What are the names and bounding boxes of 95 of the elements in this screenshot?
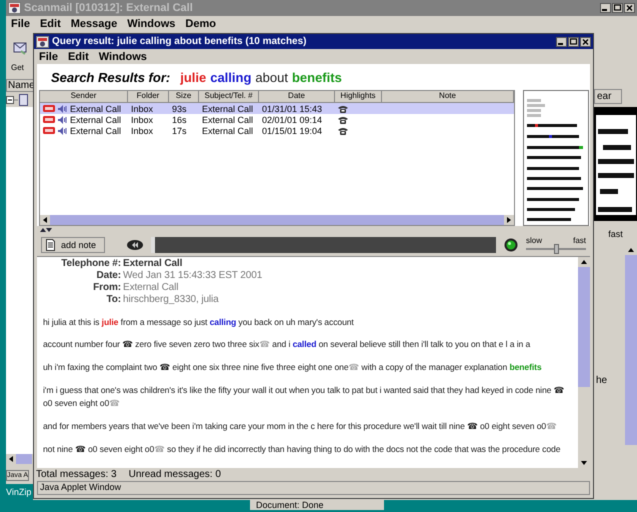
scroll-left-icon[interactable] — [40, 215, 50, 225]
splitter-arrows-icon[interactable] — [40, 227, 52, 233]
transcript-paragraph: i'm i guess that one's was children's it's like the fifty your wall it out when you talk to pat but i wanted said that they had keyed in code nine ☎ o0 seven eight o0☎ — [43, 384, 566, 410]
table-cell-text: 16s — [171, 114, 188, 125]
table-cell-text: 93s — [171, 103, 188, 114]
table-row[interactable]: External Call Inbox 16s External Call 02/01/01 09:14 — [40, 114, 514, 125]
voicemail-badge-icon — [43, 127, 55, 134]
close-icon[interactable] — [580, 36, 591, 46]
maximize-icon[interactable] — [568, 36, 579, 46]
telephone-icon — [338, 104, 348, 112]
table-row[interactable]: External Call Inbox 17s External Call 01/15/01 19:04 — [40, 125, 514, 136]
taskbar-item[interactable]: VinZip — [6, 484, 33, 500]
minimize-icon[interactable] — [556, 36, 567, 46]
field-label: Telephone #: — [60, 258, 121, 270]
telephone-icon — [338, 116, 348, 124]
transcript-paragraph: account number four ☎ zero five seven zero two three six☎ and i called on several believe still then i'll talk to you on that e l a in a — [43, 338, 532, 351]
speaker-icon[interactable] — [58, 126, 67, 134]
play-button-icon[interactable] — [504, 238, 518, 252]
field-label: Date: — [95, 270, 121, 282]
button[interactable]: ear — [594, 89, 622, 104]
minimize-icon[interactable] — [600, 3, 611, 13]
scroll-right-icon[interactable] — [504, 215, 514, 225]
column-header[interactable]: Note — [382, 91, 514, 103]
table-cell-text: 02/01/01 09:14 — [261, 114, 324, 125]
transcript-paragraph: and for members years that we've been i'm taking care your mom in the c here for this procedure we'll wait till nine ☎ o0 eight seven o0☎ — [43, 420, 558, 433]
speed-label: fast — [573, 236, 586, 245]
menu-item[interactable]: Demo — [185, 18, 216, 30]
table-cell-text: 01/31/01 15:43 — [261, 103, 324, 114]
tree-node-icon[interactable] — [6, 93, 28, 107]
field-value: External Call — [123, 282, 180, 294]
table-cell: External Call — [70, 104, 122, 114]
scrollbar-track[interactable] — [625, 255, 637, 445]
table-row[interactable]: External Call Inbox 93s External Call 01/31/01 15:43 — [40, 103, 514, 114]
telephone-icon — [338, 126, 348, 134]
playback-track[interactable] — [151, 237, 496, 253]
field-label: From: — [92, 282, 121, 294]
column-header[interactable]: Folder — [128, 91, 169, 103]
search-term: calling — [210, 70, 252, 84]
field-label: To: — [105, 294, 121, 306]
table-cell: External Call — [70, 114, 122, 124]
search-term: benefits — [292, 70, 342, 84]
speaker-icon[interactable] — [58, 104, 67, 112]
menu-item[interactable]: File — [39, 50, 58, 62]
status-text: Total messages: 3 — [36, 469, 117, 480]
applet-status-text: Java Applet Window — [37, 481, 590, 495]
menu-item[interactable]: Edit — [68, 50, 89, 62]
note-icon — [46, 239, 55, 251]
column-header[interactable]: Subject/Tel. # — [199, 91, 259, 103]
transcript-paragraph: not nine ☎ o0 seven eight o0☎ so they if he did incorrectly than having thing to do with the docs not the code that was the procedure code — [43, 443, 562, 456]
transcript-paragraph: uh i'm faxing the complaint two ☎ eight one six three nine five three eight one one☎ with a copy of the manager explanation benefits — [43, 361, 543, 374]
speaker-icon[interactable] — [58, 116, 67, 124]
menu-item[interactable]: File — [11, 18, 30, 30]
scrollbar-thumb[interactable] — [50, 215, 504, 225]
scrollbar-thumb[interactable] — [578, 267, 590, 387]
table-cell-text: 01/15/01 19:04 — [261, 125, 324, 136]
close-icon[interactable] — [624, 3, 635, 13]
voicemail-badge-icon — [43, 105, 55, 112]
rewind-button-icon[interactable] — [127, 240, 144, 250]
search-term: about — [255, 70, 288, 84]
status-text: Unread messages: 0 — [128, 469, 221, 480]
app-icon — [36, 36, 49, 48]
column-header[interactable]: Sender — [40, 91, 128, 103]
get-label[interactable]: Get — [11, 63, 24, 72]
voicemail-badge-icon — [43, 116, 55, 123]
table-cell-text: External Call — [201, 114, 254, 125]
add-note-button[interactable]: add note — [41, 237, 106, 253]
table-cell-text: 17s — [171, 125, 188, 136]
search-label: Search Results for: — [51, 70, 170, 84]
field-value: hirschberg_8330, julia — [123, 294, 220, 306]
window-title: Scanmail [010312]: External Call — [24, 2, 194, 14]
search-term: julie — [180, 70, 206, 84]
table-cell: External Call — [70, 126, 122, 136]
window-title: Query result: julie calling about benefits (10 matches) — [52, 36, 308, 47]
table-cell-text: Inbox — [130, 114, 154, 125]
table-cell-text: External Call — [201, 103, 254, 114]
table-cell-text: External Call — [201, 125, 254, 136]
column-header[interactable]: Highlights — [335, 91, 382, 103]
field-value: External Call — [123, 258, 184, 270]
maximize-icon[interactable] — [612, 3, 623, 13]
menu-item[interactable]: Windows — [127, 18, 176, 30]
text-fragment: he — [595, 375, 608, 386]
transcript-paragraph: hi julia at this is julie from a message so just calling you back on uh mary's account — [43, 316, 355, 328]
table-cell-text: Inbox — [130, 125, 154, 136]
column-header[interactable]: Size — [169, 91, 199, 103]
playback-handle[interactable] — [151, 237, 156, 253]
browser-status-text: Document: Done — [250, 500, 384, 510]
column-header[interactable]: Date — [259, 91, 335, 103]
menu-item[interactable]: Windows — [98, 50, 147, 62]
menu-item[interactable]: Message — [70, 18, 118, 30]
menu-item[interactable]: Edit — [40, 18, 61, 30]
speed-label: fast — [607, 228, 624, 239]
field-value: Wed Jan 31 15:43:33 EST 2001 — [123, 270, 264, 282]
speed-label: slow — [526, 236, 542, 245]
slider-thumb[interactable] — [554, 244, 559, 254]
table-cell-text: Inbox — [130, 103, 154, 114]
